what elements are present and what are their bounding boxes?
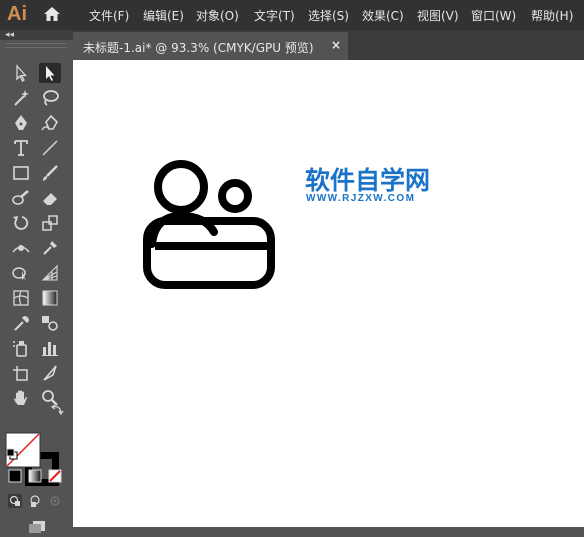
menu-view[interactable]: 视图(V) — [417, 7, 459, 24]
draw-inside-icon[interactable] — [48, 493, 62, 507]
gradient-mode-button[interactable] — [28, 468, 42, 483]
document-tab-bar: 未标题-1.ai* @ 93.3% (CMYK/GPU 预览) × — [73, 30, 584, 60]
app-logo: Ai — [7, 3, 27, 25]
paintbrush-icon[interactable] — [39, 163, 61, 183]
close-tab-button[interactable]: × — [331, 38, 341, 52]
rectangle-tool-icon[interactable] — [10, 163, 32, 183]
mesh-tool-icon[interactable] — [10, 288, 32, 308]
none-mode-button[interactable] — [48, 468, 62, 483]
puppet-warp-icon[interactable] — [39, 238, 61, 258]
document-tab-title: 未标题-1.ai* @ 93.3% (CMYK/GPU 预览) — [83, 41, 314, 55]
menu-bar: Ai 文件(F) 编辑(E) 对象(O) 文字(T) 选择(S) 效果(C) 视… — [0, 0, 584, 30]
screen-mode-icon[interactable] — [26, 518, 48, 533]
menu-type[interactable]: 文字(T) — [254, 7, 295, 24]
gradient-tool-icon[interactable] — [39, 288, 61, 308]
slice-tool-icon[interactable] — [39, 363, 61, 383]
scale-tool-icon[interactable] — [39, 213, 61, 233]
menu-file[interactable]: 文件(F) — [89, 7, 129, 24]
toolbar-grip[interactable] — [6, 43, 66, 48]
draw-behind-icon[interactable] — [28, 493, 42, 507]
lasso-icon[interactable] — [39, 88, 61, 108]
menu-edit[interactable]: 编辑(E) — [143, 7, 184, 24]
tools-panel: ◂◂ — [0, 30, 73, 533]
magic-wand-icon[interactable] — [10, 88, 32, 108]
menu-window[interactable]: 窗口(W) — [471, 7, 516, 24]
menu-object[interactable]: 对象(O) — [196, 7, 239, 24]
swap-fill-stroke-icon[interactable] — [50, 402, 64, 416]
artboard-tool-icon[interactable] — [10, 363, 32, 383]
watermark-url: WWW.RJZXW.COM — [306, 193, 416, 204]
column-graph-icon[interactable] — [39, 338, 61, 358]
eraser-icon[interactable] — [39, 188, 61, 208]
home-icon[interactable] — [43, 6, 61, 22]
hand-tool-icon[interactable] — [10, 388, 32, 408]
artboard-canvas[interactable]: 软件自学网 WWW.RJZXW.COM — [73, 60, 584, 527]
perspective-grid-icon[interactable] — [39, 263, 61, 283]
type-tool-icon[interactable] — [10, 138, 32, 158]
width-tool-icon[interactable] — [10, 238, 32, 258]
pen-tool-icon[interactable] — [10, 113, 32, 133]
shape-builder-icon[interactable] — [10, 263, 32, 283]
blend-tool-icon[interactable] — [39, 313, 61, 333]
eyedropper-icon[interactable] — [10, 313, 32, 333]
curvature-tool-icon[interactable] — [39, 113, 61, 133]
menu-help[interactable]: 帮助(H) — [531, 7, 573, 24]
draw-normal-icon[interactable] — [8, 493, 22, 508]
blob-brush-icon[interactable] — [10, 188, 32, 208]
line-tool-icon[interactable] — [39, 138, 61, 158]
selection-tool-icon[interactable] — [10, 63, 32, 83]
user-group-icon[interactable] — [141, 155, 277, 295]
toolbar-header: ◂◂ — [0, 30, 73, 40]
watermark-title: 软件自学网 — [305, 166, 431, 195]
collapse-panel-button[interactable]: ◂◂ — [5, 30, 14, 40]
rotate-tool-icon[interactable] — [10, 213, 32, 233]
direct-selection-tool-icon[interactable] — [39, 63, 61, 83]
document-tab[interactable]: 未标题-1.ai* @ 93.3% (CMYK/GPU 预览) × — [73, 32, 348, 60]
symbol-sprayer-icon[interactable] — [10, 338, 32, 358]
menu-effect[interactable]: 效果(C) — [362, 7, 404, 24]
color-mode-button[interactable] — [8, 468, 22, 483]
default-fill-stroke-icon[interactable] — [6, 445, 18, 460]
menu-select[interactable]: 选择(S) — [308, 7, 349, 24]
